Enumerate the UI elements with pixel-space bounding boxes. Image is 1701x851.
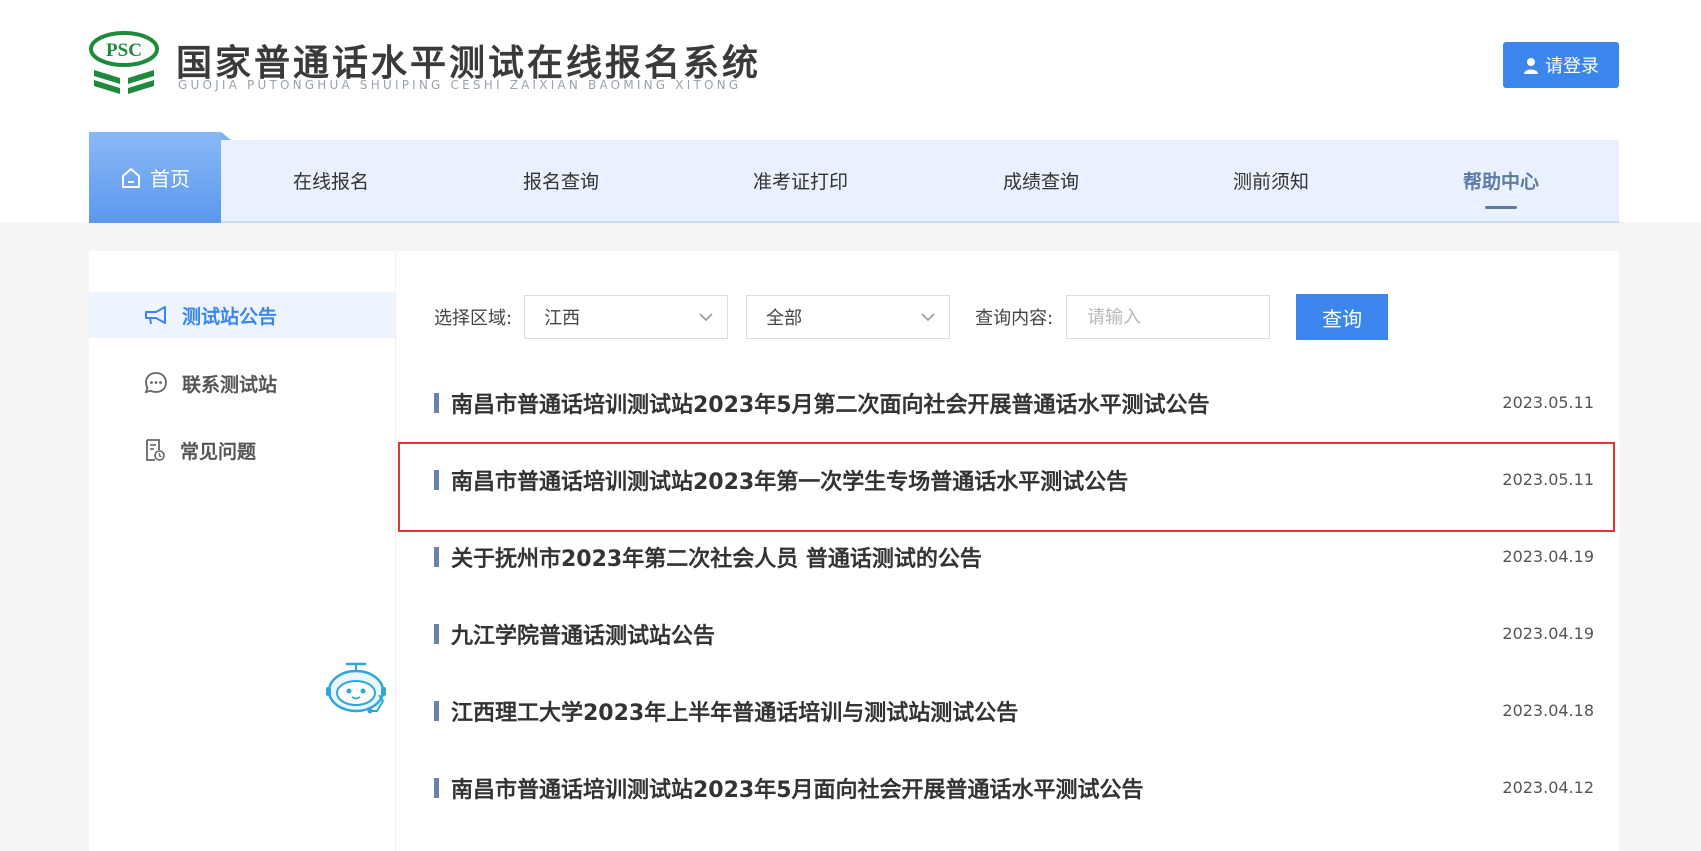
list-item[interactable]: 南昌市普通话培训测试站2023年5月第二次面向社会开展普通话水平测试公告 202… xyxy=(434,365,1594,442)
announcement-date: 2023.05.11 xyxy=(1502,393,1594,412)
psc-logo-icon: PSC xyxy=(89,31,159,94)
sidebar-item-label: 常见问题 xyxy=(180,440,257,463)
announcement-date: 2023.04.18 xyxy=(1502,701,1594,720)
list-item[interactable]: 江西理工大学2023年上半年普通话培训与测试站测试公告 2023.04.18 xyxy=(434,673,1594,750)
announcement-title[interactable]: 南昌市普通话培训测试站2023年5月面向社会开展普通话水平测试公告 xyxy=(451,772,1144,804)
region-select-value: 江西 xyxy=(544,308,581,329)
announcement-date: 2023.05.11 xyxy=(1502,470,1594,489)
nav-home[interactable]: 首页 xyxy=(89,132,221,223)
chatbot-assistant-icon[interactable] xyxy=(323,661,389,717)
list-item[interactable]: 南昌市普通话培训测试站2023年第一次学生专场普通话水平测试公告 2023.05… xyxy=(398,442,1615,532)
nav-home-label: 首页 xyxy=(150,167,190,191)
list-item[interactable]: 南昌市普通话培训测试站2023年5月面向社会开展普通话水平测试公告 2023.0… xyxy=(434,750,1594,827)
search-button[interactable]: 查询 xyxy=(1296,294,1389,340)
nav-admission-ticket-print[interactable]: 准考证打印 xyxy=(753,140,848,221)
sidebar-item-test-station-announcements[interactable]: 测试站公告 xyxy=(89,292,395,338)
region-label: 选择区域: xyxy=(434,308,513,329)
content-card: 测试站公告 联系测试站 常见问题 选择区域: 江西 全部 查询内容: 请输入 查… xyxy=(89,251,1619,851)
announcement-date: 2023.04.19 xyxy=(1502,624,1594,643)
region-select[interactable]: 江西 xyxy=(524,295,729,339)
list-item-marker xyxy=(434,393,439,413)
filter-bar: 选择区域: 江西 全部 查询内容: 查询 xyxy=(434,294,1389,340)
login-label: 请登录 xyxy=(1545,56,1599,77)
announcement-title[interactable]: 南昌市普通话培训测试站2023年第一次学生专场普通话水平测试公告 xyxy=(451,464,1128,496)
megaphone-icon xyxy=(145,306,166,325)
list-item-marker xyxy=(434,778,439,798)
announcement-title[interactable]: 南昌市普通话培训测试站2023年5月第二次面向社会开展普通话水平测试公告 xyxy=(451,387,1210,419)
list-item-marker xyxy=(434,701,439,721)
list-item-marker xyxy=(434,470,439,490)
sidebar-item-label: 测试站公告 xyxy=(182,305,278,328)
sidebar-item-faq[interactable]: 常见问题 xyxy=(89,427,395,473)
announcement-date: 2023.04.12 xyxy=(1502,778,1594,797)
list-item-marker xyxy=(434,624,439,644)
scope-select-value: 全部 xyxy=(766,308,803,329)
sidebar: 测试站公告 联系测试站 常见问题 xyxy=(89,251,396,851)
query-input[interactable] xyxy=(1066,295,1271,339)
scope-select[interactable]: 全部 xyxy=(746,295,951,339)
chat-icon xyxy=(144,372,167,394)
user-icon xyxy=(1524,57,1538,74)
nav-online-registration[interactable]: 在线报名 xyxy=(293,140,369,221)
announcement-title[interactable]: 九江学院普通话测试站公告 xyxy=(451,618,715,650)
nav-help-center[interactable]: 帮助中心 xyxy=(1463,140,1539,221)
nav-pre-test-notice[interactable]: 测前须知 xyxy=(1233,140,1309,221)
list-item[interactable]: 关于抚州市2023年第二次社会人员 普通话测试的公告 2023.04.19 xyxy=(434,519,1594,596)
list-item[interactable]: 九江学院普通话测试站公告 2023.04.19 xyxy=(434,596,1594,673)
sidebar-item-contact-station[interactable]: 联系测试站 xyxy=(89,360,395,406)
nav-registration-query[interactable]: 报名查询 xyxy=(523,140,599,221)
announcement-date: 2023.04.19 xyxy=(1502,547,1594,566)
site-logo[interactable]: PSC 国家普通话水平测试在线报名系统 GUOJIA PUTONGHUA SHU… xyxy=(88,30,768,100)
psc-logo-text: PSC xyxy=(106,40,142,61)
chevron-down-icon xyxy=(699,313,713,322)
list-item-marker xyxy=(434,547,439,567)
faq-icon xyxy=(146,439,165,461)
nav-home-tab xyxy=(221,132,231,140)
chevron-down-icon xyxy=(921,313,935,322)
announcement-title[interactable]: 关于抚州市2023年第二次社会人员 普通话测试的公告 xyxy=(451,541,982,573)
home-icon xyxy=(122,167,140,188)
site-subtitle: GUOJIA PUTONGHUA SHUIPING CESHI ZAIXIAN … xyxy=(178,78,742,92)
sidebar-item-label: 联系测试站 xyxy=(182,373,278,396)
login-button[interactable]: 请登录 xyxy=(1503,42,1619,88)
announcement-list: 南昌市普通话培训测试站2023年5月第二次面向社会开展普通话水平测试公告 202… xyxy=(398,365,1615,827)
main-nav: 首页 在线报名 报名查询 准考证打印 成绩查询 测前须知 帮助中心 xyxy=(89,132,1619,223)
announcement-title[interactable]: 江西理工大学2023年上半年普通话培训与测试站测试公告 xyxy=(451,695,1018,727)
nav-score-query[interactable]: 成绩查询 xyxy=(1003,140,1079,221)
query-label: 查询内容: xyxy=(975,308,1054,329)
